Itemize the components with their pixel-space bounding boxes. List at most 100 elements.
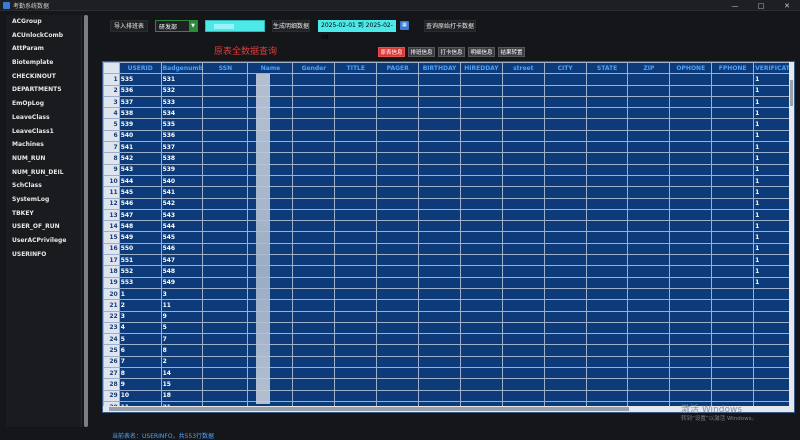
cell-badgenumber[interactable]: 5 [160,321,204,335]
cell-pager[interactable] [376,310,420,323]
cell-title[interactable] [334,220,378,233]
cell-city[interactable] [543,197,587,210]
cell-birthday[interactable] [418,321,461,335]
cell-userid[interactable]: 536 [118,84,162,97]
cell-fphone[interactable] [711,367,755,380]
cell-pager[interactable] [376,84,420,97]
cell-name[interactable] [247,84,294,97]
cell-state[interactable] [585,208,629,222]
cell-badgenumber[interactable]: 534 [160,107,204,120]
table-row[interactable]: 27 8 14 [103,367,794,380]
cell-ssn[interactable] [202,197,249,210]
cell-hiredday[interactable] [459,197,503,210]
cell-name[interactable] [247,389,294,402]
cell-hiredday[interactable] [459,231,503,244]
cell-street[interactable] [501,197,545,210]
cell-zip[interactable] [627,163,671,176]
cell-city[interactable] [543,367,587,380]
cell-title[interactable] [334,367,378,380]
cell-userid[interactable]: 543 [118,163,162,176]
cell-fphone[interactable] [711,186,755,199]
sidebar-scroll-thumb[interactable] [84,15,88,427]
cell-street[interactable] [501,310,545,323]
cell-ophone[interactable] [669,84,713,97]
cell-fphone[interactable] [711,321,755,335]
cell-birthday[interactable] [418,118,461,131]
cell-badgenumber[interactable]: 545 [160,231,204,244]
table-row[interactable]: 18 552 548 1 [103,265,794,278]
cell-fphone[interactable] [711,310,755,323]
cell-fphone[interactable] [711,152,755,165]
cell-userid[interactable]: 544 [118,174,162,188]
cell-name[interactable] [247,163,294,176]
cell-state[interactable] [585,220,629,233]
cell-zip[interactable] [627,299,671,312]
cell-userid[interactable]: 1 [118,287,162,301]
cell-zip[interactable] [627,231,671,244]
cell-title[interactable] [334,107,378,120]
cell-zip[interactable] [627,197,671,210]
grid-corner[interactable] [103,62,120,75]
tab-raw-table[interactable]: 原表信息 [378,47,405,57]
cell-userid[interactable]: 535 [118,73,162,86]
cell-ophone[interactable] [669,141,713,154]
name-input[interactable] [205,20,265,32]
cell-ophone[interactable] [669,152,713,165]
cell-hiredday[interactable] [459,73,503,86]
tab-punch[interactable]: 打卡信息 [438,47,465,57]
cell-name[interactable] [247,378,294,391]
cell-userid[interactable]: 552 [118,265,162,278]
cell-state[interactable] [585,287,629,301]
cell-title[interactable] [334,389,378,402]
cell-city[interactable] [543,107,587,120]
cell-fphone[interactable] [711,141,755,154]
table-row[interactable]: 13 547 543 1 [103,208,794,222]
cell-hiredday[interactable] [459,355,503,369]
cell-badgenumber[interactable]: 536 [160,129,204,143]
cell-pager[interactable] [376,231,420,244]
cell-badgenumber[interactable]: 8 [160,344,204,357]
table-row[interactable]: 17 551 547 1 [103,254,794,267]
cell-name[interactable] [247,95,294,109]
cell-ssn[interactable] [202,129,249,143]
cell-userid[interactable]: 546 [118,197,162,210]
row-number[interactable]: 4 [103,107,120,120]
cell-street[interactable] [501,84,545,97]
cell-ssn[interactable] [202,367,249,380]
cell-hiredday[interactable] [459,389,503,402]
cell-gender[interactable] [292,389,336,402]
cell-title[interactable] [334,355,378,369]
cell-fphone[interactable] [711,220,755,233]
cell-fphone[interactable] [711,95,755,109]
cell-badgenumber[interactable]: 535 [160,118,204,131]
cell-title[interactable] [334,163,378,176]
cell-city[interactable] [543,84,587,97]
cell-gender[interactable] [292,84,336,97]
cell-userid[interactable]: 2 [118,299,162,312]
cell-fphone[interactable] [711,254,755,267]
cell-state[interactable] [585,197,629,210]
cell-ssn[interactable] [202,321,249,335]
cell-birthday[interactable] [418,163,461,176]
cell-pager[interactable] [376,265,420,278]
cell-ophone[interactable] [669,287,713,301]
cell-ophone[interactable] [669,321,713,335]
cell-zip[interactable] [627,276,671,289]
cell-ophone[interactable] [669,378,713,391]
table-row[interactable]: 2 536 532 1 [103,84,794,97]
cell-street[interactable] [501,265,545,278]
cell-pager[interactable] [376,197,420,210]
cell-state[interactable] [585,310,629,323]
column-header-title[interactable]: TITLE [334,62,378,75]
row-number[interactable]: 12 [103,197,120,210]
cell-gender[interactable] [292,344,336,357]
cell-title[interactable] [334,95,378,109]
column-header-ssn[interactable]: SSN [202,62,249,75]
cell-pager[interactable] [376,152,420,165]
table-row[interactable]: 16 550 546 1 [103,242,794,256]
cell-street[interactable] [501,95,545,109]
table-row[interactable]: 9 543 539 1 [103,163,794,176]
cell-fphone[interactable] [711,197,755,210]
cell-ophone[interactable] [669,174,713,188]
cell-badgenumber[interactable]: 533 [160,95,204,109]
